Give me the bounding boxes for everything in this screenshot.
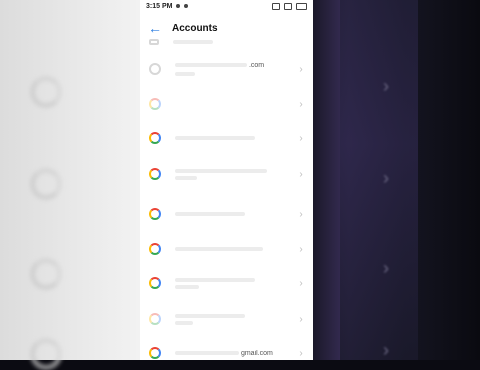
blurred-chevron-icon: › — [383, 76, 389, 96]
page-title: Accounts — [172, 22, 218, 34]
chevron-right-icon: › — [299, 243, 303, 255]
blurred-google-icon — [30, 168, 62, 200]
google-icon — [149, 277, 161, 289]
phone-screen: 3:15 PM ← Accounts .com › › › › › › › › … — [140, 0, 313, 360]
signal-icon — [272, 2, 280, 10]
google-icon — [149, 313, 161, 325]
chevron-right-icon: › — [299, 277, 303, 289]
chevron-right-icon: › — [299, 168, 303, 180]
list-item[interactable]: › — [140, 121, 313, 155]
google-icon — [149, 208, 161, 220]
blurred-chevron-icon: › — [383, 258, 389, 278]
google-icon — [149, 132, 161, 144]
battery-icon — [296, 2, 307, 10]
list-item[interactable]: › — [140, 197, 313, 231]
chevron-right-icon: › — [299, 63, 303, 75]
blurred-google-icon — [30, 258, 62, 290]
blurred-chevron-icon: › — [383, 168, 389, 188]
list-item[interactable]: › — [140, 302, 313, 336]
account-email: .com — [175, 62, 293, 69]
status-time: 3:15 PM — [146, 2, 173, 10]
blurred-chevron-icon: › — [383, 340, 389, 360]
blurred-google-icon — [30, 338, 62, 370]
status-bar: 3:15 PM — [140, 0, 313, 12]
notification-icon — [184, 4, 189, 8]
blurred-google-icon — [30, 76, 62, 108]
wifi-icon — [284, 2, 292, 10]
blurred-background-panel — [340, 0, 418, 360]
list-item[interactable]: › — [140, 232, 313, 266]
notification-icon — [176, 4, 181, 8]
google-icon — [149, 347, 161, 359]
blurred-background-left — [0, 0, 140, 360]
list-item[interactable]: › — [140, 266, 313, 300]
account-icon — [149, 39, 159, 45]
list-item[interactable] — [140, 34, 313, 50]
chevron-right-icon: › — [299, 347, 303, 359]
list-item[interactable]: › — [140, 87, 313, 121]
list-item[interactable]: gmail.com › — [140, 336, 313, 360]
google-icon — [149, 243, 161, 255]
google-icon — [149, 98, 161, 110]
chevron-right-icon: › — [299, 132, 303, 144]
chevron-right-icon: › — [299, 208, 303, 220]
list-item[interactable]: › — [140, 157, 313, 191]
google-icon — [149, 168, 161, 180]
chevron-right-icon: › — [299, 313, 303, 325]
list-item[interactable]: .com › — [140, 52, 313, 86]
account-email: gmail.com — [175, 350, 293, 357]
device-icon — [149, 63, 161, 75]
chevron-right-icon: › — [299, 98, 303, 110]
arrow-left-icon[interactable]: ← — [148, 21, 162, 35]
